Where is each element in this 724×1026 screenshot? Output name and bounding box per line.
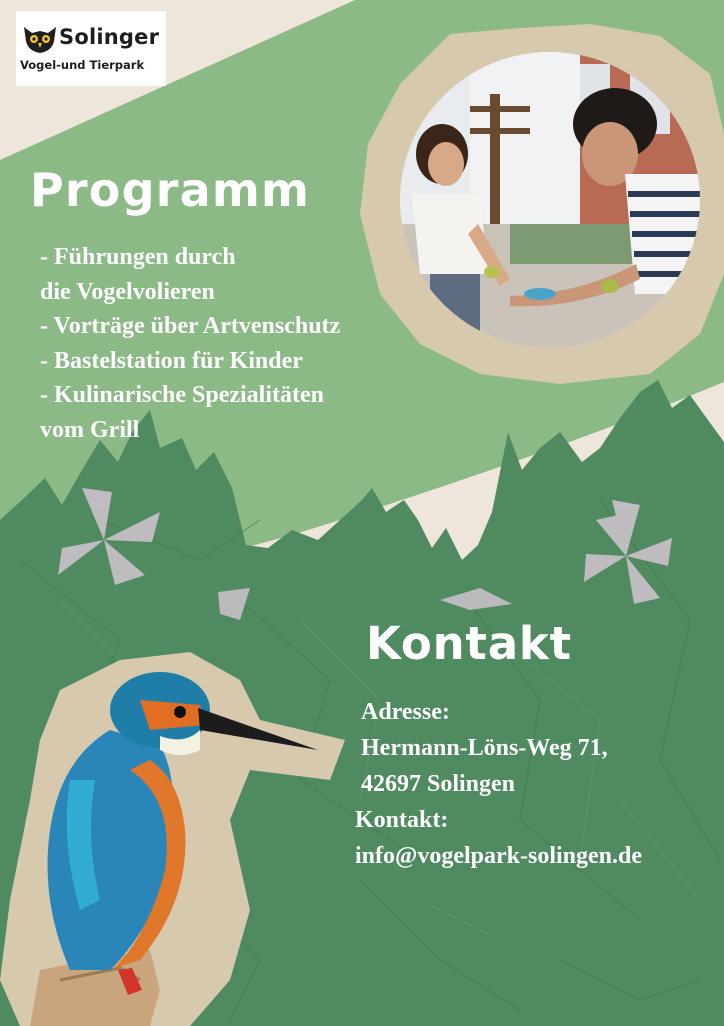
kontakt-heading: Kontakt [366, 617, 572, 670]
address-label: Adresse: [361, 699, 450, 725]
owl-icon [24, 27, 56, 53]
logo-subtitle: Vogel-und Tierpark [20, 58, 145, 72]
program-line: - Bastelstation für Kinder [40, 347, 303, 374]
program-line: - Kulinarische Spezialitäten [40, 382, 324, 408]
logo-name: Solinger [59, 25, 160, 49]
program-line: - Führungen durch [40, 244, 236, 270]
flyer-page: Solinger Vogel-und Tierpark Programm - F… [0, 0, 724, 1026]
contact-info: Adresse: Hermann-Löns-Weg 71, 42697 Soli… [355, 694, 642, 874]
kingfisher-image [0, 652, 345, 1026]
park-logo: Solinger Vogel-und Tierpark [16, 11, 166, 86]
contact-label: Kontakt: [355, 807, 449, 833]
program-line: die Vogelvolieren [40, 278, 215, 305]
program-list: - Führungen durch die Vogelvolieren - Vo… [40, 240, 340, 447]
programm-heading: Programm [30, 163, 311, 217]
address-street: Hermann-Löns-Weg 71, [361, 735, 608, 761]
program-line: vom Grill [40, 416, 140, 443]
program-line: - Vorträge über Artvenschutz [40, 313, 341, 339]
family-photo [360, 24, 724, 384]
contact-email[interactable]: info@vogelpark-solingen.de [355, 838, 642, 874]
address-city: 42697 Solingen [361, 771, 516, 797]
